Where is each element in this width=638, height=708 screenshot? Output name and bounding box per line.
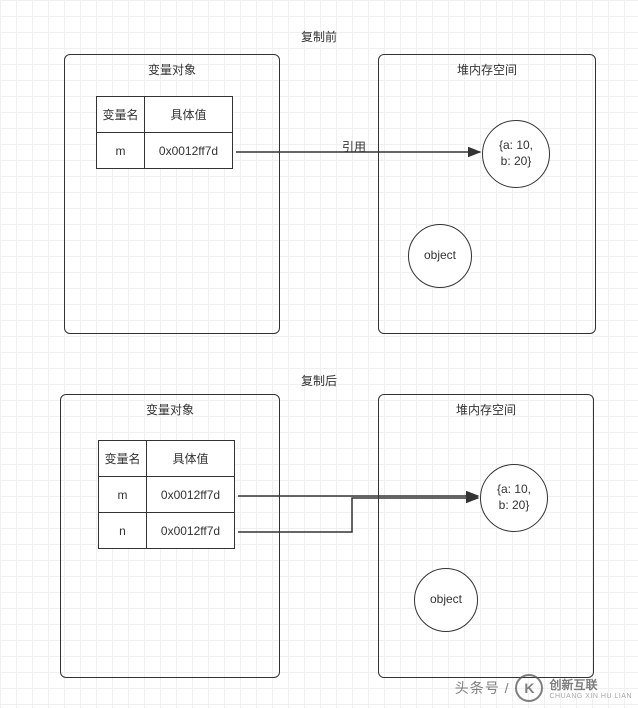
table-header-row: 变量名 具体值 bbox=[97, 97, 233, 133]
watermark-brand: 创新互联 bbox=[549, 678, 597, 692]
cell-var-value: 0x0012ff7d bbox=[147, 513, 235, 549]
section-title-after: 复制后 bbox=[0, 372, 638, 389]
watermark-sub: CHUANG XIN HU LIAN bbox=[549, 693, 632, 700]
table-header-value: 具体值 bbox=[147, 441, 235, 477]
heap-object-2-before: object bbox=[408, 224, 472, 288]
heap-box-after: 堆内存空间 bbox=[378, 394, 594, 678]
heap-object-2-after: object bbox=[414, 568, 478, 632]
table-header-name: 变量名 bbox=[99, 441, 147, 477]
var-table-before: 变量名 具体值 m 0x0012ff7d bbox=[96, 96, 233, 169]
var-box-title-before: 变量对象 bbox=[65, 61, 279, 78]
cell-var-value: 0x0012ff7d bbox=[147, 477, 235, 513]
table-row: m 0x0012ff7d bbox=[97, 133, 233, 169]
watermark: 头条号 / K 创新互联 CHUANG XIN HU LIAN bbox=[455, 674, 632, 702]
cell-var-value: 0x0012ff7d bbox=[145, 133, 233, 169]
var-table-after: 变量名 具体值 m 0x0012ff7d n 0x0012ff7d bbox=[98, 440, 235, 549]
watermark-logo-icon: K bbox=[515, 674, 543, 702]
cell-var-name: m bbox=[97, 133, 145, 169]
arrow-label-before: 引用 bbox=[334, 138, 374, 155]
heap-box-title-after: 堆内存空间 bbox=[379, 401, 593, 418]
section-title-before: 复制前 bbox=[0, 28, 638, 45]
table-row: n 0x0012ff7d bbox=[99, 513, 235, 549]
cell-var-name: m bbox=[99, 477, 147, 513]
table-header-name: 变量名 bbox=[97, 97, 145, 133]
heap-box-before: 堆内存空间 bbox=[378, 54, 596, 334]
heap-box-title-before: 堆内存空间 bbox=[379, 61, 595, 78]
var-box-title-after: 变量对象 bbox=[61, 401, 279, 418]
watermark-prefix: 头条号 / bbox=[455, 678, 510, 698]
table-header-value: 具体值 bbox=[145, 97, 233, 133]
table-header-row: 变量名 具体值 bbox=[99, 441, 235, 477]
heap-object-1-after: {a: 10, b: 20} bbox=[480, 464, 548, 532]
cell-var-name: n bbox=[99, 513, 147, 549]
heap-object-1-before: {a: 10, b: 20} bbox=[482, 120, 550, 188]
table-row: m 0x0012ff7d bbox=[99, 477, 235, 513]
